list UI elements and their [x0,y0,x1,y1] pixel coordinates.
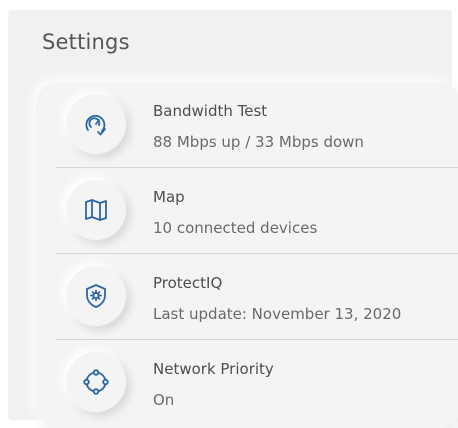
network-priority-detail: On [153,391,175,409]
network-priority-label: Network Priority [153,360,274,378]
network-priority-icon [83,369,109,395]
page-title: Settings [42,30,130,54]
settings-item-map[interactable]: Map 10 connected devices [36,168,458,254]
settings-item-bandwidth-test[interactable]: Bandwidth Test 88 Mbps up / 33 Mbps down [36,82,458,168]
protectiq-detail: Last update: November 13, 2020 [153,305,402,323]
settings-item-protectiq[interactable]: ProtectIQ Last update: November 13, 2020 [36,254,458,340]
network-priority-icon-button[interactable] [66,352,126,412]
settings-panel: Settings Bandwidth Test 88 Mbps up / 33 … [8,10,458,428]
speedometer-icon [85,114,106,136]
map-icon [85,199,107,221]
settings-card: Bandwidth Test 88 Mbps up / 33 Mbps down… [36,82,458,428]
map-detail: 10 connected devices [153,219,318,237]
bandwidth-test-icon-button[interactable] [66,94,126,154]
bandwidth-test-detail: 88 Mbps up / 33 Mbps down [153,133,364,151]
map-label: Map [153,188,185,206]
map-icon-button[interactable] [66,180,126,240]
bandwidth-test-label: Bandwidth Test [153,102,268,120]
settings-item-network-priority[interactable]: Network Priority On [36,340,458,426]
shield-icon [86,284,106,308]
protectiq-icon-button[interactable] [66,266,126,326]
protectiq-label: ProtectIQ [153,274,223,292]
